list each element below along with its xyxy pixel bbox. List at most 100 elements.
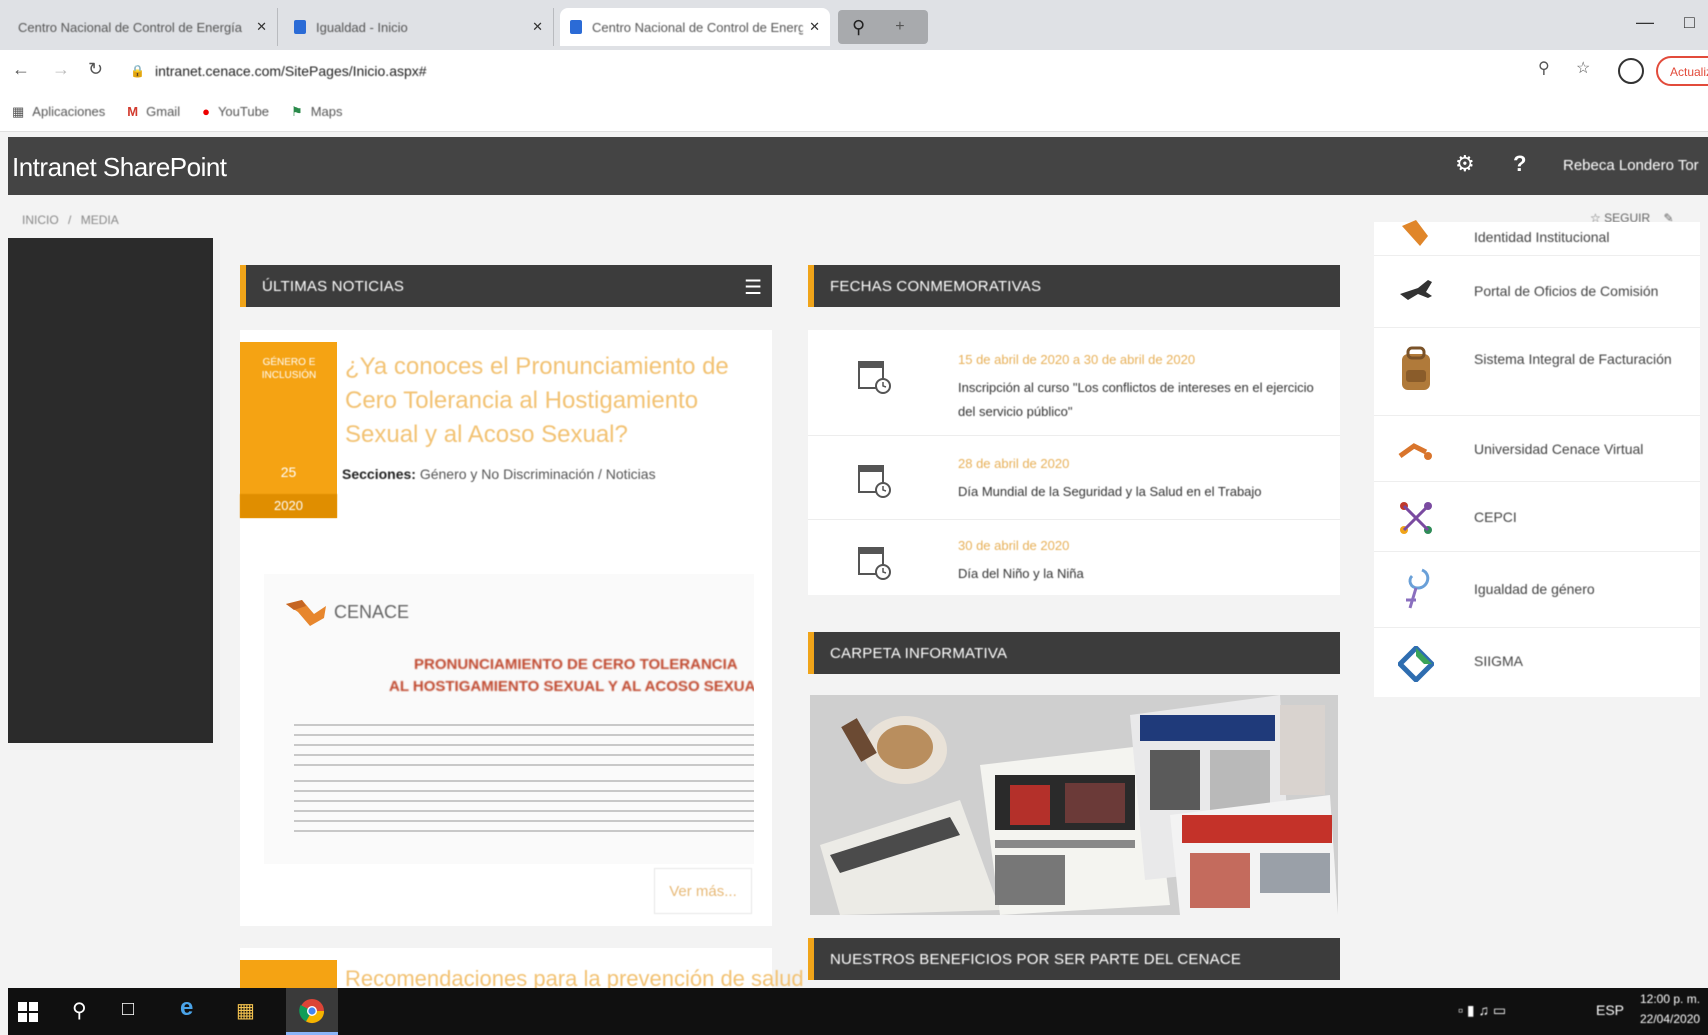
task-view-icon[interactable]: □ bbox=[122, 998, 134, 1021]
newspapers-illustration bbox=[810, 695, 1338, 915]
calendar-icon bbox=[858, 361, 891, 394]
promo-text-line bbox=[294, 764, 754, 766]
news-card: GÉNERO E INCLUSIÓN 25 2020 ¿Ya conoces e… bbox=[240, 330, 772, 926]
user-name[interactable]: Rebeca Londero Tor bbox=[1563, 157, 1699, 174]
bookmark-apps[interactable]: ▦ Aplicaciones bbox=[12, 104, 105, 120]
maximize-icon[interactable]: □ bbox=[1684, 12, 1695, 33]
cenace-logo-icon bbox=[286, 600, 326, 626]
browser-tab-3-active[interactable]: Centro Nacional de Control de Energía ✕ bbox=[560, 8, 830, 46]
bookmark-star-icon[interactable]: ☆ bbox=[1576, 58, 1590, 78]
date-item[interactable]: 30 de abril de 2020 Día del Niño y la Ni… bbox=[808, 522, 1340, 594]
tab-close-icon[interactable]: ✕ bbox=[532, 19, 543, 35]
reload-icon[interactable]: ↻ bbox=[88, 59, 103, 80]
left-navigation-panel bbox=[8, 238, 213, 743]
help-icon[interactable]: ? bbox=[1513, 151, 1526, 177]
breadcrumb-item[interactable]: INICIO bbox=[22, 213, 59, 227]
url-text: intranet.cenace.com/SitePages/Inicio.asp… bbox=[154, 63, 427, 79]
file-explorer-icon[interactable]: ▦ bbox=[236, 998, 255, 1023]
url-field[interactable]: 🔒 intranet.cenace.com/SitePages/Inicio.a… bbox=[130, 56, 1530, 86]
promo-logo-text: CENACE bbox=[334, 602, 410, 622]
link-item-universidad[interactable]: Universidad Cenace Virtual bbox=[1374, 416, 1700, 482]
search-tabs-icon[interactable]: ⚲ bbox=[852, 17, 865, 38]
section-title: NUESTROS BENEFICIOS POR SER PARTE DEL CE… bbox=[830, 950, 1242, 968]
forward-arrow-icon[interactable]: → bbox=[52, 59, 70, 80]
windows-taskbar: ⚲ □ e ▦ ▫ ▮ ♫ ▭ ESP 12:00 p. m. 22/04/20… bbox=[8, 988, 1708, 1035]
section-title: ÚLTIMAS NOTICIAS bbox=[262, 277, 405, 295]
breadcrumb-item[interactable]: MEDIA bbox=[81, 213, 119, 227]
link-item-cepci[interactable]: CEPCI bbox=[1374, 482, 1700, 552]
link-item-igualdad[interactable]: Igualdad de género bbox=[1374, 552, 1700, 628]
apps-icon: ▦ bbox=[12, 103, 25, 119]
tab-title: Igualdad - Inicio bbox=[316, 19, 408, 35]
tab-close-icon[interactable]: ✕ bbox=[256, 19, 267, 35]
section-title: CARPETA INFORMATIVA bbox=[830, 644, 1008, 662]
bookmark-maps[interactable]: ⚑ Maps bbox=[291, 104, 342, 120]
minimize-icon[interactable]: — bbox=[1636, 12, 1654, 33]
link-item-identidad[interactable]: Identidad Institucional bbox=[1374, 220, 1700, 256]
bookmark-gmail[interactable]: M Gmail bbox=[127, 104, 180, 119]
news-card-2: Recomendaciones para la prevención de sa… bbox=[240, 948, 804, 991]
link-label: Igualdad de género bbox=[1474, 581, 1595, 597]
news-promo-image[interactable]: CENACE PRONUNCIAMIENTO DE CERO TOLERANCI… bbox=[264, 574, 754, 864]
link-label: Sistema Integral de Facturación bbox=[1474, 351, 1672, 367]
browser-tab-1[interactable]: Centro Nacional de Control de Energía ✕ bbox=[8, 8, 278, 46]
promo-text-line bbox=[294, 734, 754, 736]
date-item[interactable]: 28 de abril de 2020 Día Mundial de la Se… bbox=[808, 440, 1340, 520]
promo-title-line1: PRONUNCIAMIENTO DE CERO TOLERANCIA bbox=[414, 656, 738, 673]
promo-text-line bbox=[294, 800, 754, 802]
profile-avatar-icon[interactable] bbox=[1618, 58, 1644, 84]
promo-text-line bbox=[294, 810, 754, 812]
zoom-icon[interactable]: ⚲ bbox=[1538, 58, 1550, 78]
tab-title: Centro Nacional de Control de Energía bbox=[592, 19, 804, 35]
edge-browser-icon[interactable]: e bbox=[180, 994, 193, 1022]
update-button[interactable]: Actualizar bbox=[1656, 56, 1708, 86]
list-menu-icon[interactable]: ☰ bbox=[744, 275, 762, 300]
promo-text-line bbox=[294, 744, 754, 746]
link-item-oficios[interactable]: Portal de Oficios de Comisión bbox=[1374, 256, 1700, 328]
date-description: Día del Niño y la Niña bbox=[958, 566, 1084, 581]
news-day: 25 bbox=[280, 464, 297, 480]
date-item[interactable]: 15 de abril de 2020 a 30 de abril de 202… bbox=[808, 336, 1340, 436]
date-text: 30 de abril de 2020 bbox=[958, 538, 1070, 553]
news-category[interactable]: GÉNERO E INCLUSIÓN bbox=[246, 356, 332, 382]
plane-icon bbox=[1400, 280, 1432, 300]
read-more-button[interactable]: Ver más... bbox=[654, 868, 752, 914]
news-title-link[interactable]: ¿Ya conoces el Pronunciamiento de Cero T… bbox=[345, 350, 765, 452]
newspapers-image[interactable] bbox=[810, 695, 1338, 915]
back-arrow-icon[interactable]: ← bbox=[12, 59, 30, 80]
new-tab-icon[interactable]: + bbox=[895, 18, 904, 36]
dates-list: 15 de abril de 2020 a 30 de abril de 202… bbox=[808, 330, 1340, 595]
notification-tray-icons[interactable]: ▫ ▮ ♫ ▭ bbox=[1458, 1002, 1506, 1019]
breadcrumb: INICIO / MEDIA bbox=[22, 213, 119, 227]
link-label: SIIGMA bbox=[1474, 653, 1524, 669]
tab-close-icon[interactable]: ✕ bbox=[809, 19, 820, 35]
site-title[interactable]: Intranet SharePoint bbox=[12, 152, 227, 183]
windows-start-icon[interactable] bbox=[18, 1002, 38, 1022]
promo-text-line bbox=[294, 724, 754, 726]
clock-time[interactable]: 12:00 p. m. bbox=[1640, 992, 1700, 1006]
bookmark-label: Gmail bbox=[146, 104, 181, 119]
calendar-icon bbox=[858, 465, 891, 498]
screen: Centro Nacional de Control de Energía ✕ … bbox=[0, 0, 1708, 1035]
promo-text-line bbox=[294, 754, 754, 756]
news-date-badge: GÉNERO E INCLUSIÓN 25 2020 bbox=[240, 342, 337, 518]
settings-gear-icon[interactable]: ⚙ bbox=[1455, 151, 1475, 177]
date-text: 28 de abril de 2020 bbox=[958, 456, 1070, 471]
sections-value[interactable]: Género y No Discriminación / Noticias bbox=[420, 466, 656, 482]
search-icon[interactable]: ⚲ bbox=[72, 998, 87, 1023]
browser-tab-2[interactable]: Igualdad - Inicio ✕ bbox=[284, 8, 554, 46]
link-item-facturacion[interactable]: Sistema Integral de Facturación bbox=[1374, 328, 1700, 416]
sharepoint-favicon-icon bbox=[570, 20, 582, 34]
promo-title-line2: AL HOSTIGAMIENTO SEXUAL Y AL ACOSO SEXUA… bbox=[389, 678, 754, 695]
bookmark-youtube[interactable]: ● YouTube bbox=[202, 104, 269, 119]
bookmark-label: Maps bbox=[310, 104, 343, 119]
language-indicator[interactable]: ESP bbox=[1596, 1002, 1624, 1018]
link-item-siigma[interactable]: SIIGMA bbox=[1374, 628, 1700, 696]
browser-addressbar: ← → ↻ 🔒 intranet.cenace.com/SitePages/In… bbox=[0, 50, 1708, 92]
carpeta-section-header: CARPETA INFORMATIVA bbox=[808, 632, 1340, 674]
chrome-taskbar-button[interactable] bbox=[286, 988, 338, 1035]
clock-date[interactable]: 22/04/2020 bbox=[1640, 1012, 1700, 1026]
sharepoint-favicon-icon bbox=[294, 20, 306, 34]
browser-tabstrip: Centro Nacional de Control de Energía ✕ … bbox=[0, 0, 1708, 50]
news-date-badge bbox=[240, 960, 337, 988]
